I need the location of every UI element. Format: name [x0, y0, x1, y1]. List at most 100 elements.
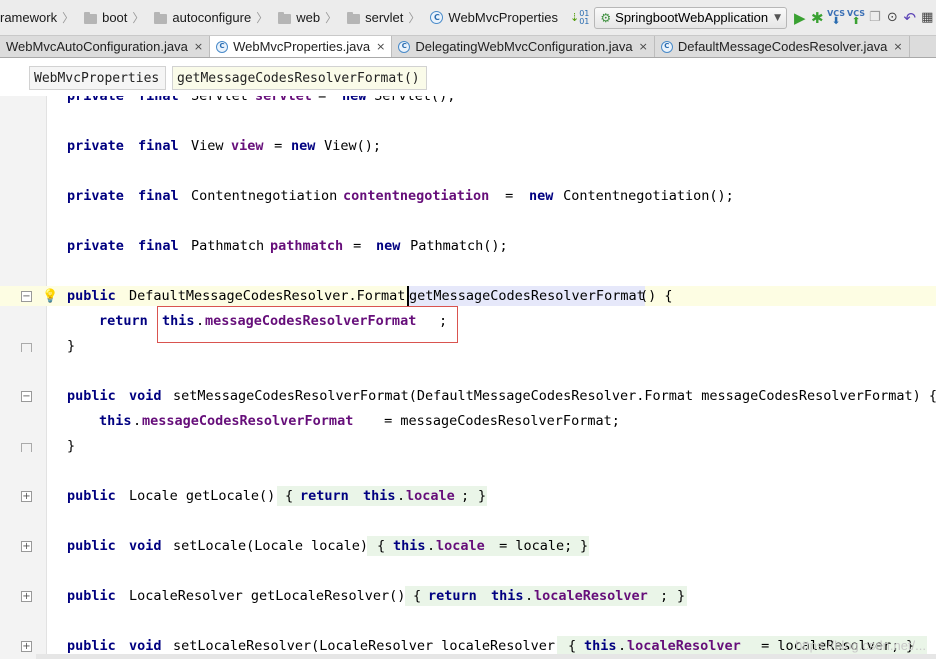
breadcrumb-boot[interactable]: boot 〉	[78, 0, 148, 35]
keyword: final	[138, 238, 179, 254]
code-text: Locale getLocale()	[129, 488, 284, 504]
keyword: return	[428, 588, 477, 604]
folder-icon	[278, 11, 292, 24]
code-editor[interactable]: private final Servlet servlet = new Serv…	[0, 96, 936, 659]
chevron-down-icon: ▼	[774, 12, 782, 23]
breadcrumb-label: autoconfigure	[172, 10, 252, 25]
run-icon[interactable]: ▶	[792, 6, 808, 30]
fold-collapse-icon[interactable]: −	[21, 391, 32, 402]
code-breadcrumb-method[interactable]: getMessageCodesResolverFormat()	[172, 66, 427, 90]
type-name: View	[191, 138, 224, 154]
keyword: final	[138, 138, 179, 154]
keyword: public	[67, 538, 116, 554]
breadcrumb-autoconfigure[interactable]: autoconfigure 〉	[148, 0, 272, 35]
run-configuration-label: SpringbootWebApplication	[615, 10, 769, 25]
code-line: private final Contentnegotiation content…	[0, 186, 936, 206]
operator: .	[618, 638, 627, 654]
code-text: setLocale(Locale locale)	[173, 538, 377, 554]
field-name: servlet	[255, 96, 312, 104]
keyword: new	[342, 96, 367, 104]
code-text: LocaleResolver getLocaleResolver()	[129, 588, 414, 604]
code-text: Pathmatch();	[402, 238, 508, 254]
close-icon[interactable]: ×	[893, 40, 902, 53]
tab-webmvcproperties[interactable]: C WebMvcProperties.java ×	[210, 36, 393, 57]
arrow-down-icon: ⬇	[831, 15, 841, 27]
debug-icon[interactable]: ✱	[810, 6, 826, 30]
tab-label: WebMvcProperties.java	[233, 39, 371, 54]
keyword: final	[138, 96, 179, 104]
code-breadcrumb-class[interactable]: WebMvcProperties	[29, 66, 166, 90]
field-name: localeResolver	[627, 638, 741, 654]
code-text: {	[568, 638, 577, 654]
tab-defaultmessagecodesresolver[interactable]: C DefaultMessageCodesResolver.java ×	[655, 36, 910, 57]
sort-icon[interactable]: ⇣ 01 01	[570, 6, 589, 30]
close-icon[interactable]: ×	[639, 40, 648, 53]
keyword: new	[291, 138, 316, 154]
fold-collapse-icon[interactable]: −	[21, 291, 32, 302]
fold-end-icon[interactable]	[21, 443, 32, 452]
chevron-right-icon: 〉	[132, 11, 145, 25]
compare-icon[interactable]: ⊙	[885, 6, 901, 30]
keyword: final	[138, 188, 179, 204]
code-text: }	[67, 338, 76, 354]
lightbulb-icon[interactable]: 💡	[42, 289, 58, 304]
fold-expand-icon[interactable]: +	[21, 491, 32, 502]
class-icon: C	[660, 40, 673, 53]
field-name: locale	[436, 538, 485, 554]
code-text: () {	[640, 288, 673, 304]
code-line: public LocaleResolver getLocaleResolver(…	[0, 586, 936, 606]
keyword: public	[67, 388, 116, 404]
code-text: ;	[461, 488, 470, 504]
history-icon[interactable]: ❐	[867, 6, 883, 30]
undo-icon[interactable]: ↶	[902, 6, 918, 30]
operator: .	[133, 413, 142, 429]
code-text: {	[377, 538, 386, 554]
code-breadcrumb: WebMvcProperties getMessageCodesResolver…	[0, 58, 936, 96]
text-caret	[407, 286, 409, 306]
keyword: private	[67, 188, 124, 204]
field-name: contentnegotiation	[343, 188, 490, 204]
close-icon[interactable]: ×	[376, 40, 385, 53]
type-name: Pathmatch	[191, 238, 265, 254]
code-line: }	[0, 336, 936, 356]
keyword: this	[584, 638, 617, 654]
breadcrumb-web[interactable]: web 〉	[272, 0, 341, 35]
close-icon[interactable]: ×	[194, 40, 203, 53]
tab-webmvcautoconfiguration[interactable]: WebMvcAutoConfiguration.java ×	[0, 36, 211, 57]
code-line: this . messageCodesResolverFormat = mess…	[0, 411, 936, 431]
code-line: private final Pathmatch pathmatch = new …	[0, 236, 936, 256]
vcs-update-icon[interactable]: VCS ⬇	[827, 6, 845, 30]
breadcrumb-framework[interactable]: ramework 〉	[0, 0, 78, 35]
class-icon: C	[216, 40, 229, 53]
code-text: setMessageCodesResolverFormat(DefaultMes…	[173, 388, 936, 404]
watermark: https://blog.csdn.net/...	[795, 638, 926, 653]
chevron-right-icon: 〉	[62, 11, 75, 25]
operator: .	[427, 538, 436, 554]
fold-expand-icon[interactable]: +	[21, 541, 32, 552]
fold-expand-icon[interactable]: +	[21, 591, 32, 602]
code-line: public void setMessageCodesResolverForma…	[0, 386, 936, 406]
code-text: {	[413, 588, 422, 604]
field-name: pathmatch	[270, 238, 344, 254]
code-text: setLocaleResolver(LocaleResolver localeR…	[173, 638, 572, 654]
vcs-commit-icon[interactable]: VCS ⬆	[847, 6, 865, 30]
keyword: void	[129, 638, 162, 654]
class-icon: C	[430, 11, 444, 24]
project-structure-icon[interactable]: ▦	[920, 6, 936, 30]
type-name: DefaultMessageCodesResolver.Format	[129, 288, 406, 304]
fold-end-icon[interactable]	[21, 343, 32, 352]
fold-expand-icon[interactable]: +	[21, 641, 32, 652]
operator: .	[397, 488, 406, 504]
horizontal-scrollbar[interactable]	[36, 654, 936, 659]
breadcrumb-servlet[interactable]: servlet 〉	[341, 0, 424, 35]
chevron-right-icon: 〉	[256, 11, 269, 25]
breadcrumb-webmvcproperties[interactable]: C WebMvcProperties	[424, 0, 562, 35]
code-text: }	[67, 438, 76, 454]
field-name: localeResolver	[534, 588, 648, 604]
keyword: private	[67, 238, 124, 254]
run-configuration-select[interactable]: ⚙ SpringbootWebApplication ▼	[594, 6, 788, 29]
keyword: private	[67, 96, 124, 104]
code-area[interactable]: private final Servlet servlet = new Serv…	[0, 96, 936, 659]
tab-delegatingwebmvcconfiguration[interactable]: C DelegatingWebMvcConfiguration.java ×	[392, 36, 655, 57]
code-text: {	[285, 488, 294, 504]
